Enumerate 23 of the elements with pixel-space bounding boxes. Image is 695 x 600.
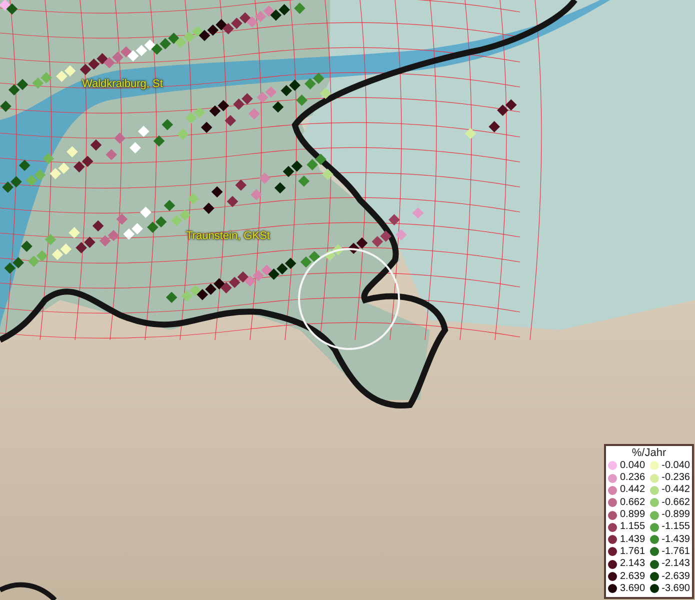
legend-value: -1.155 (662, 521, 690, 534)
legend-value: 0.236 (620, 472, 646, 484)
legend-value: 2.639 (620, 570, 646, 583)
legend-value: -0.899 (662, 509, 690, 522)
legend-value: -0.040 (662, 460, 690, 472)
legend-value: -2.639 (662, 570, 690, 583)
legend-value: 0.442 (620, 484, 646, 496)
legend-value: 0.040 (620, 460, 646, 472)
legend-value: -0.236 (662, 472, 690, 484)
legend-value: -1.439 (662, 534, 690, 546)
legend-value: 1.761 (620, 546, 646, 558)
legend-value: -3.690 (662, 582, 690, 595)
legend-value: -0.662 (662, 496, 690, 509)
legend-value: -0.442 (662, 484, 690, 496)
legend-value: 1.155 (620, 521, 646, 534)
legend-value: -2.143 (662, 558, 690, 570)
legend-value: 3.690 (620, 582, 646, 595)
legend-value: -1.761 (662, 546, 690, 558)
legend-value: 0.662 (620, 496, 646, 509)
legend-title: %/Jahr (630, 446, 668, 460)
legend-value: 1.439 (620, 534, 646, 546)
legend-value: 2.143 (620, 558, 646, 570)
legend-value: 0.899 (620, 509, 646, 522)
